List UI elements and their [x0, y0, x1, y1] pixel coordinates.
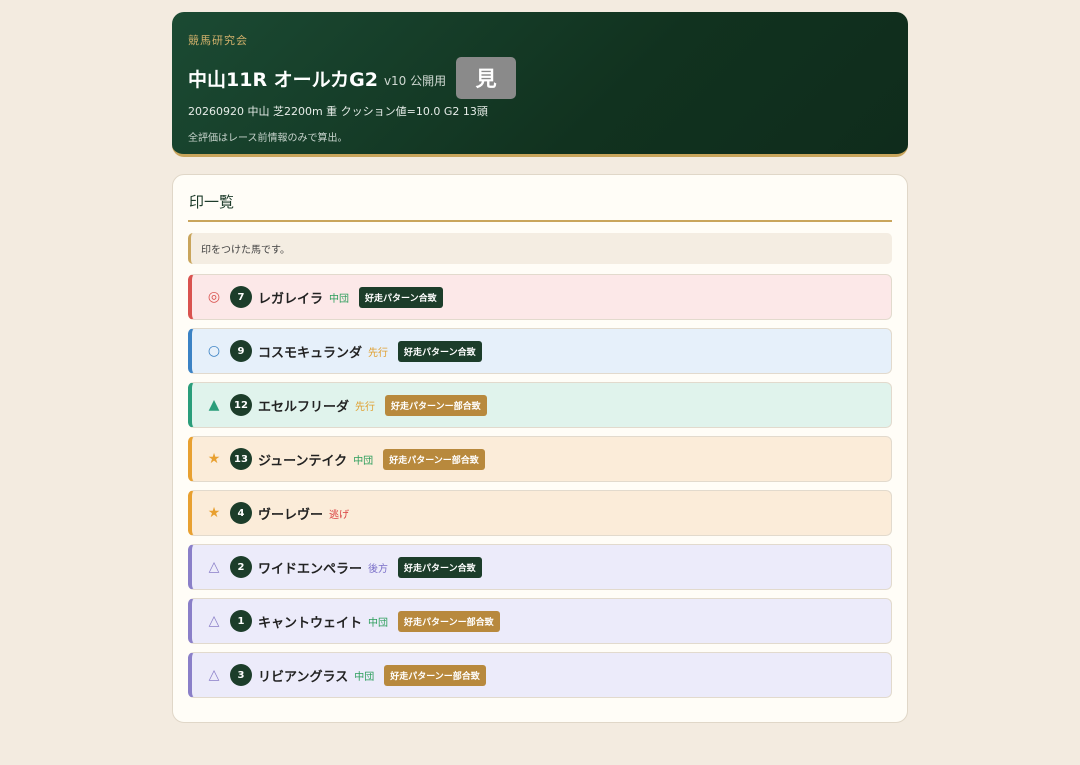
mark-icon: △ [208, 559, 220, 575]
race-note: 全評価はレース前情報のみで算出。 [188, 133, 348, 144]
horse-row: △ 2 ワイドエンペラー 後方 好走パターン合致 [188, 544, 892, 590]
horse-name: コスモキュランダ [258, 345, 363, 361]
horse-number: 9 [230, 340, 252, 362]
horse-name: レガレイラ [258, 291, 324, 307]
horse-row: △ 3 リビアングラス 中団 好走パターンー部合致 [188, 652, 892, 698]
mark-icon: ○ [207, 343, 221, 359]
marks-panel: 印一覧 印をつけた馬です。 ◎ 7 レガレイラ 中団 好走パターン合致 ○ 9 コスモキュラン… [172, 174, 908, 723]
horse-number: 7 [230, 286, 252, 308]
horse-row: ○ 9 コスモキュランダ 先行 好走パターン合致 [188, 328, 892, 374]
running-style: 先行 [368, 347, 389, 359]
running-style: 中団 [354, 671, 375, 683]
page-container: 競馬研究会 中山11R オールカG2 v10 公開用 見 20260920 中山… [172, 12, 908, 723]
panel-description: 印をつけた馬です。 [188, 233, 892, 264]
horse-number: 4 [230, 502, 252, 524]
race-header: 競馬研究会 中山11R オールカG2 v10 公開用 見 20260920 中山… [172, 12, 908, 157]
race-title: 中山11R オールカG2 [188, 68, 378, 91]
pattern-badge: 好走パターン合致 [398, 556, 482, 578]
race-meta: 20260920 中山 芝2200m 重 クッション値=10.0 G2 13頭 [188, 105, 488, 118]
horse-row: ★ 13 ジューンテイク 中団 好走パターンー部合致 [188, 436, 892, 482]
view-button[interactable]: 見 [456, 57, 517, 99]
running-style: 中団 [368, 617, 389, 629]
horse-name: ワイドエンペラー [258, 561, 363, 577]
horse-row: ◎ 7 レガレイラ 中団 好走パターン合致 [188, 274, 892, 320]
title-row: 中山11R オールカG2 v10 公開用 見 [188, 57, 892, 99]
horse-number: 13 [230, 448, 252, 470]
pattern-badge: 好走パターンー部合致 [383, 448, 485, 470]
horse-number: 1 [230, 610, 252, 632]
mark-icon: ▲ [208, 397, 220, 413]
horse-row: △ 1 キャントウェイト 中団 好走パターンー部合致 [188, 598, 892, 644]
mark-icon: ★ [207, 505, 221, 521]
panel-title: 印一覧 [188, 191, 892, 222]
marks-list: ◎ 7 レガレイラ 中団 好走パターン合致 ○ 9 コスモキュランダ 先行 好走パターン合致 ▲ 12… [188, 274, 892, 698]
running-style: 逃げ [329, 509, 350, 521]
pattern-badge: 好走パターンー部合致 [385, 394, 487, 416]
org-name: 競馬研究会 [188, 34, 248, 47]
mark-icon: ★ [207, 451, 221, 467]
horse-row: ▲ 12 エセルフリーダ 先行 好走パターンー部合致 [188, 382, 892, 428]
running-style: 中団 [353, 455, 374, 467]
running-style: 中団 [329, 293, 350, 305]
mark-icon: △ [208, 613, 220, 629]
horse-name: キャントウェイト [258, 615, 363, 631]
mark-icon: △ [208, 667, 220, 683]
horse-number: 2 [230, 556, 252, 578]
horse-name: ヴーレヴー [258, 507, 324, 523]
horse-row: ★ 4 ヴーレヴー 逃げ [188, 490, 892, 536]
running-style: 先行 [355, 401, 376, 413]
horse-name: リビアングラス [258, 669, 349, 685]
running-style: 後方 [368, 563, 389, 575]
pattern-badge: 好走パターンー部合致 [384, 664, 486, 686]
pattern-badge: 好走パターン合致 [359, 286, 443, 308]
horse-name: エセルフリーダ [258, 399, 350, 415]
pattern-badge: 好走パターン合致 [398, 340, 482, 362]
version-label: v10 公開用 [383, 73, 447, 88]
horse-name: ジューンテイク [258, 453, 348, 469]
pattern-badge: 好走パターンー部合致 [398, 610, 500, 632]
horse-number: 3 [230, 664, 252, 686]
mark-icon: ◎ [207, 289, 221, 305]
horse-number: 12 [230, 394, 252, 416]
